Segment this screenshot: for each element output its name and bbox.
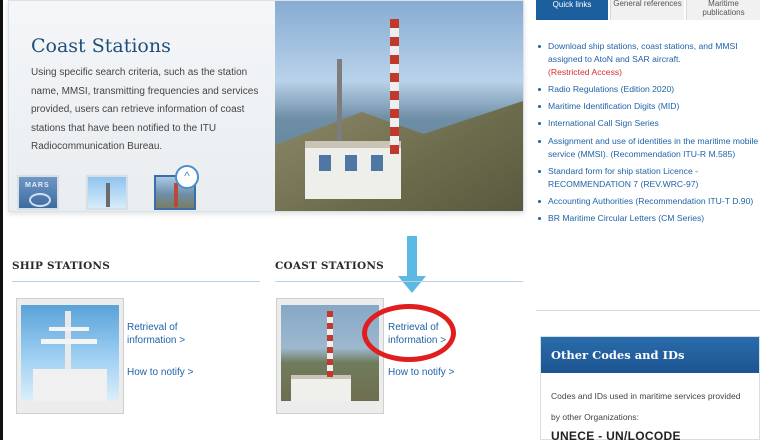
unece-locode-link[interactable]: UNECE - UN/LOCODE (551, 429, 681, 440)
ship-stations-title: SHIP STATIONS (12, 260, 111, 272)
quick-link-ship-licence-form[interactable]: Standard form for ship station Licence -… (536, 165, 760, 191)
thumbnail-coast-mast (174, 183, 178, 207)
coast-station-building (291, 375, 351, 401)
ship-retrieval-link[interactable]: Retrieval of information > (127, 321, 207, 347)
photo-window (345, 155, 357, 171)
ship-notify-link[interactable]: How to notify > (127, 366, 193, 379)
quick-links-divider (536, 310, 760, 311)
coast-station-photo (275, 1, 523, 211)
thumbnail-ship-mast (106, 183, 110, 207)
coast-notify-link[interactable]: How to notify > (388, 366, 454, 379)
right-sidebar: Quick links General references Maritime … (526, 0, 760, 440)
quick-link-mid[interactable]: Maritime Identification Digits (MID) (536, 100, 760, 113)
quick-link-download-text: Download ship stations, coast stations, … (548, 41, 738, 64)
other-codes-description: Codes and IDs used in maritime services … (551, 391, 741, 422)
coast-station-image[interactable] (276, 298, 384, 414)
quick-link-call-sign-series[interactable]: International Call Sign Series (536, 117, 760, 130)
photo-radio-tower (390, 19, 399, 154)
thumbnail-mars[interactable]: MARS (17, 175, 59, 210)
quick-link-download[interactable]: Download ship stations, coast stations, … (536, 40, 760, 78)
photo-window (371, 155, 383, 171)
annotation-arrow-down-icon (398, 276, 426, 293)
chevron-up-icon[interactable]: ^ (175, 165, 199, 189)
coast-station-thumbnail-photo (281, 305, 379, 401)
quick-link-circular-letters[interactable]: BR Maritime Circular Letters (CM Series) (536, 212, 760, 225)
quick-link-radio-regulations[interactable]: Radio Regulations (Edition 2020) (536, 83, 760, 96)
thumbnail-mars-label: MARS (25, 182, 50, 189)
other-codes-panel: Other Codes and IDs Codes and IDs used i… (540, 336, 760, 440)
sidebar-tabs: Quick links General references Maritime … (536, 0, 760, 20)
tab-quick-links[interactable]: Quick links (536, 0, 608, 20)
left-frame-border (0, 0, 3, 440)
ship-station-image[interactable] (16, 298, 124, 414)
photo-window (319, 155, 331, 171)
coast-stations-title: COAST STATIONS (275, 260, 384, 272)
hero-description: Using specific search criteria, such as … (31, 67, 259, 152)
ship-station-photo (21, 305, 119, 401)
highlight-circle (362, 304, 456, 362)
quick-links-list: Download ship stations, coast stations, … (536, 40, 760, 230)
coast-station-tower (327, 311, 333, 377)
coast-stations-divider (275, 281, 523, 282)
hero-text-panel: Coast Stations Using specific search cri… (9, 1, 275, 211)
ship-deck (33, 369, 107, 401)
tab-maritime-publications[interactable]: Maritime publications (686, 0, 760, 20)
ship-crossbar (49, 327, 89, 331)
quick-link-accounting-authorities[interactable]: Accounting Authorities (Recommendation I… (536, 195, 760, 208)
hero-title: Coast Stations (31, 35, 171, 57)
thumbnail-mars-logo (29, 193, 51, 207)
tab-general-references[interactable]: General references (610, 0, 684, 20)
ship-stations-divider (12, 281, 260, 282)
photo-antenna-mast (337, 59, 342, 149)
thumbnail-ship-station[interactable] (86, 175, 128, 210)
other-codes-title: Other Codes and IDs (541, 337, 759, 373)
quick-link-mmsi-assignment[interactable]: Assignment and use of identities in the … (536, 135, 760, 161)
restricted-access-note: (Restricted Access) (548, 66, 623, 77)
annotation-arrow-shaft (407, 236, 417, 278)
ship-crossbar (41, 339, 97, 344)
coast-stations-hero: Coast Stations Using specific search cri… (8, 0, 524, 212)
